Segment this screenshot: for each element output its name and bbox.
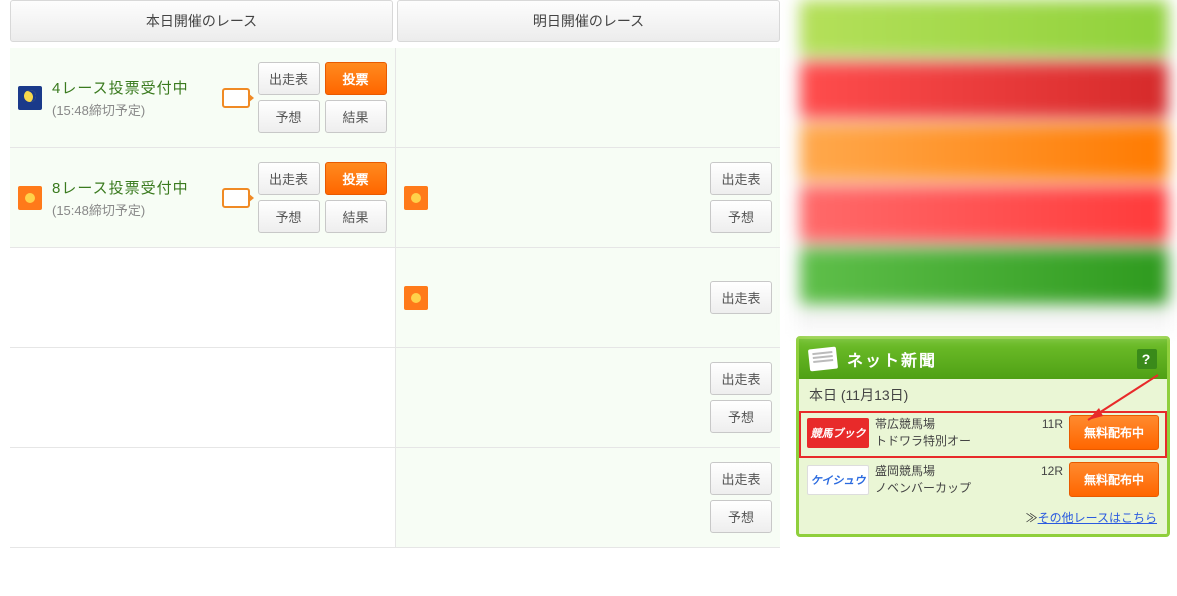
news-race-name: ノベンバーカップ [875,480,1063,497]
tomorrow-race-row: 出走表予想 [396,448,781,548]
race-deadline: (15:48締切予定) [52,100,214,119]
predict-button[interactable]: 予想 [710,200,772,233]
news-track: 帯広競馬場 [875,416,935,433]
news-item: ケイシュウ盛岡競馬場 12Rノベンバーカップ無料配布中 [799,458,1167,505]
tab-today[interactable]: 本日開催のレース [10,0,393,42]
today-race-row: 4レース投票受付中 (15:48締切予定) 出走表投票予想結果 [10,48,395,148]
news-race-name: トドワラ特別オー [875,433,1063,450]
predict-button[interactable]: 予想 [710,400,772,433]
today-race-row: 8レース投票受付中 (15:48締切予定) 出走表投票予想結果 [10,148,395,248]
news-header-title: ネット新聞 [847,347,937,371]
predict-button[interactable]: 予想 [258,200,320,233]
race-deadline: (15:48締切予定) [52,200,214,219]
tomorrow-race-row: 出走表 [396,248,781,348]
moon-icon [18,86,42,110]
sun-icon [18,186,42,210]
net-newspaper-panel: ネット新聞 ? 本日 (11月13日) 競馬ブック帯広競馬場 11Rトドワラ特別オ… [796,336,1170,537]
race-title: 8レース投票受付中 [52,177,214,198]
more-races-link[interactable]: その他レースはこちら [1038,511,1157,525]
vote-button[interactable]: 投票 [325,62,387,95]
result-button[interactable]: 結果 [325,100,387,133]
race-title: 4レース投票受付中 [52,77,214,98]
sun-icon [404,286,428,310]
free-distribution-button[interactable]: 無料配布中 [1069,462,1159,497]
free-distribution-button[interactable]: 無料配布中 [1069,415,1159,450]
news-race-number: 12R [1041,463,1063,480]
sun-icon [404,186,428,210]
tomorrow-race-row [396,48,781,148]
entry-button[interactable]: 出走表 [710,162,772,195]
news-source-logo: 競馬ブック [807,418,869,448]
entry-button[interactable]: 出走表 [258,62,320,95]
tab-tomorrow[interactable]: 明日開催のレース [397,0,780,42]
camera-icon[interactable] [222,88,250,108]
result-button[interactable]: 結果 [325,200,387,233]
tomorrow-race-row: 出走表予想 [396,148,781,248]
vote-button[interactable]: 投票 [325,162,387,195]
predict-button[interactable]: 予想 [710,500,772,533]
entry-button[interactable]: 出走表 [710,281,772,314]
ad-banners-blurred [796,0,1172,330]
news-item: 競馬ブック帯広競馬場 11Rトドワラ特別オー無料配布中 [799,411,1167,458]
news-race-number: 11R [1042,416,1063,433]
newspaper-icon [808,347,838,372]
entry-button[interactable]: 出走表 [258,162,320,195]
predict-button[interactable]: 予想 [258,100,320,133]
news-source-logo: ケイシュウ [807,465,869,495]
camera-icon[interactable] [222,188,250,208]
entry-button[interactable]: 出走表 [710,462,772,495]
tomorrow-race-row: 出走表予想 [396,348,781,448]
news-date: 本日 (11月13日) [799,379,1167,411]
help-icon[interactable]: ? [1137,349,1157,369]
news-track: 盛岡競馬場 [875,463,935,480]
entry-button[interactable]: 出走表 [710,362,772,395]
